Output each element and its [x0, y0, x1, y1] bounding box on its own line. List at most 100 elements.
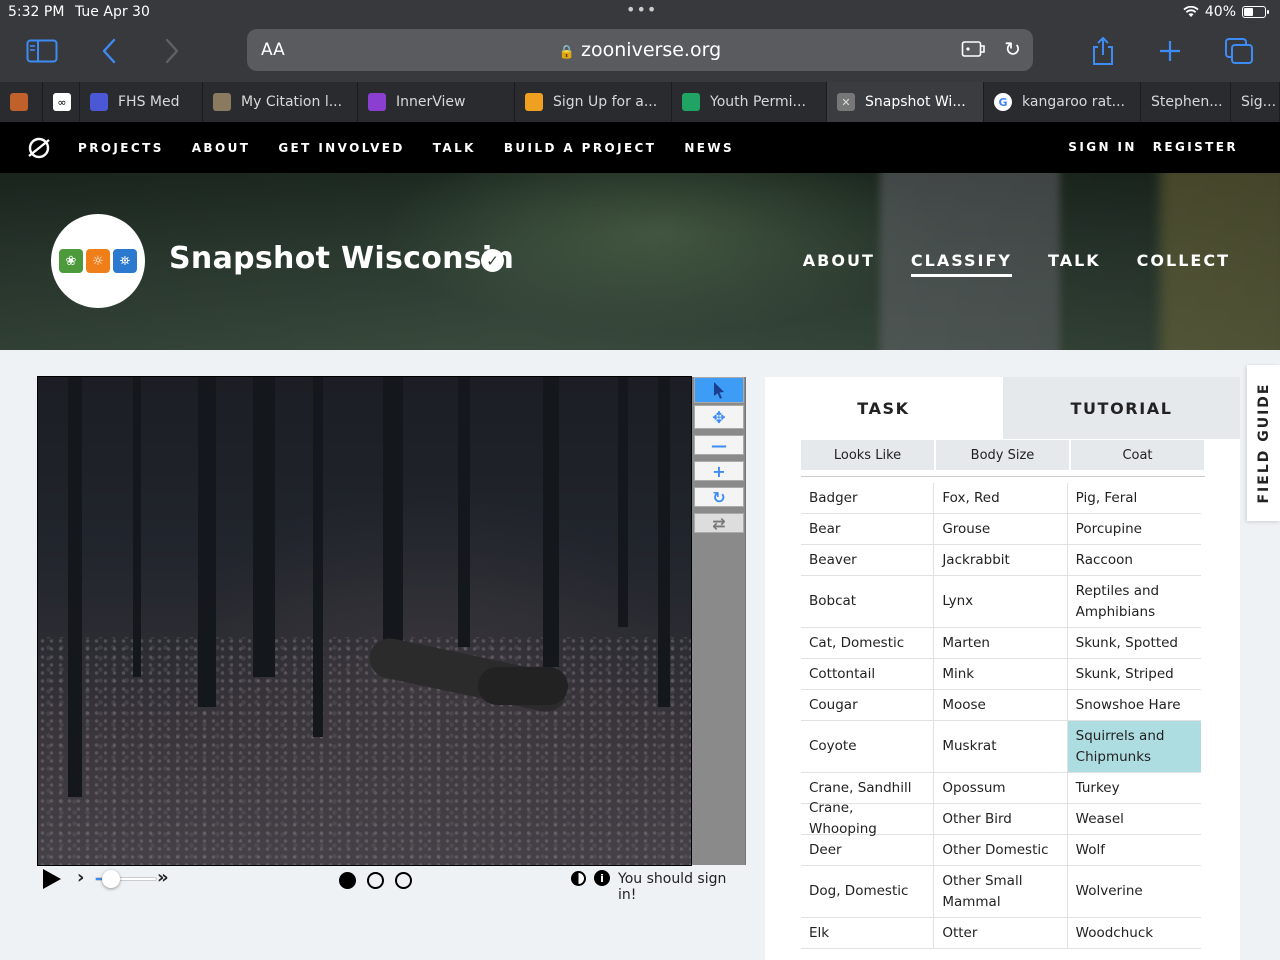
frame-dot[interactable] [367, 872, 384, 889]
tab-overview-icon[interactable] [1219, 34, 1259, 68]
frame-dot[interactable] [339, 872, 356, 889]
sign-in-link[interactable]: SIGN IN [1068, 140, 1137, 154]
choice-cat-domestic[interactable]: Cat, Domestic [801, 628, 935, 658]
choice-jackrabbit[interactable]: Jackrabbit [934, 545, 1068, 575]
site-nav-build-a-project[interactable]: BUILD A PROJECT [504, 141, 657, 155]
choice-bear[interactable]: Bear [801, 514, 935, 544]
browser-tab[interactable]: Sign Up for a... [515, 82, 672, 122]
choice-reptiles-and-amphibians[interactable]: Reptiles and Amphibians [1068, 576, 1201, 627]
multitasking-dots-icon[interactable]: ••• [626, 0, 657, 19]
browser-tab[interactable]: My Citation l... [203, 82, 358, 122]
choice-badger[interactable]: Badger [801, 483, 935, 513]
choice-pig-feral[interactable]: Pig, Feral [1068, 483, 1201, 513]
choice-skunk-striped[interactable]: Skunk, Striped [1068, 659, 1201, 689]
reload-icon[interactable]: ↻ [1004, 37, 1021, 61]
browser-tab[interactable]: Youth Permi... [672, 82, 827, 122]
browser-tab[interactable]: ∞ [43, 82, 80, 122]
choice-raccoon[interactable]: Raccoon [1068, 545, 1201, 575]
reset-view-icon[interactable]: ⇄ [694, 513, 744, 533]
play-icon[interactable] [43, 869, 61, 889]
choice-mink[interactable]: Mink [934, 659, 1068, 689]
choice-muskrat[interactable]: Muskrat [934, 721, 1068, 772]
choice-other-bird[interactable]: Other Bird [934, 804, 1068, 834]
wifi-icon [1183, 6, 1199, 17]
site-nav-get-involved[interactable]: GET INVOLVED [278, 141, 404, 155]
project-title[interactable]: Snapshot Wisconsin [169, 241, 514, 276]
choice-deer[interactable]: Deer [801, 835, 935, 865]
site-nav-news[interactable]: NEWS [684, 141, 734, 155]
browser-tab-label: InnerView [396, 94, 466, 110]
url-display[interactable]: 🔒 zooniverse.org [247, 39, 1033, 61]
move-icon[interactable]: ✥ [694, 405, 744, 429]
project-nav-classify[interactable]: CLASSIFY [910, 251, 1013, 277]
choice-coyote[interactable]: Coyote [801, 721, 935, 772]
metadata-info-icon[interactable]: i [594, 870, 610, 886]
rotate-icon[interactable]: ↻ [694, 487, 744, 507]
zoom-in-icon[interactable]: + [694, 461, 744, 481]
browser-tab[interactable]: FHS Med [80, 82, 203, 122]
back-chevron-icon[interactable] [89, 34, 129, 68]
choice-grouse[interactable]: Grouse [934, 514, 1068, 544]
choice-crane-whooping[interactable]: Crane, Whooping [801, 800, 935, 837]
subject-image[interactable] [37, 376, 692, 866]
choice-lynx[interactable]: Lynx [934, 576, 1068, 627]
browser-tab[interactable]: Sig... [1231, 82, 1280, 122]
choice-marten[interactable]: Marten [934, 628, 1068, 658]
project-nav-talk[interactable]: TALK [1048, 251, 1101, 277]
site-nav-about[interactable]: ABOUT [192, 141, 251, 155]
tab-task[interactable]: TASK [765, 377, 1002, 439]
filter-coat[interactable]: Coat [1071, 440, 1204, 470]
choice-wolf[interactable]: Wolf [1068, 835, 1201, 865]
extension-icon[interactable] [961, 39, 987, 63]
choice-otter[interactable]: Otter [934, 918, 1068, 948]
choice-porcupine[interactable]: Porcupine [1068, 514, 1201, 544]
filter-body-size[interactable]: Body Size [936, 440, 1069, 470]
choice-cougar[interactable]: Cougar [801, 690, 935, 720]
site-nav-projects[interactable]: PROJECTS [78, 141, 164, 155]
choice-woodchuck[interactable]: Woodchuck [1068, 918, 1201, 948]
annotate-pointer-icon[interactable] [694, 377, 744, 403]
zoom-out-icon[interactable]: — [694, 435, 744, 455]
browser-tab[interactable]: Stephen... [1141, 82, 1231, 122]
project-nav-collect[interactable]: COLLECT [1137, 251, 1230, 277]
choice-other-small-mammal[interactable]: Other Small Mammal [934, 866, 1068, 917]
filter-looks-like[interactable]: Looks Like [801, 440, 934, 470]
choice-elk[interactable]: Elk [801, 918, 935, 948]
choice-wolverine[interactable]: Wolverine [1068, 866, 1201, 917]
choice-cottontail[interactable]: Cottontail [801, 659, 935, 689]
new-tab-plus-icon[interactable] [1150, 34, 1190, 68]
address-bar[interactable]: AA 🔒 zooniverse.org ↻ [247, 29, 1033, 71]
sidebar-toggle-icon[interactable] [22, 34, 62, 68]
choice-bobcat[interactable]: Bobcat [801, 576, 935, 627]
invert-colors-icon[interactable] [571, 871, 586, 886]
browser-tab[interactable]: ✕ Snapshot Wi... [827, 82, 984, 122]
choice-other-domestic[interactable]: Other Domestic [934, 835, 1068, 865]
field-guide-tab[interactable]: FIELD GUIDE [1247, 365, 1280, 521]
choice-beaver[interactable]: Beaver [801, 545, 935, 575]
close-tab-icon[interactable]: ✕ [837, 93, 855, 111]
browser-tab[interactable] [0, 82, 43, 122]
project-nav-about[interactable]: ABOUT [803, 251, 875, 277]
choice-dog-domestic[interactable]: Dog, Domestic [801, 866, 935, 917]
choice-moose[interactable]: Moose [934, 690, 1068, 720]
choice-squirrels-and-chipmunks[interactable]: Squirrels and Chipmunks [1067, 721, 1201, 772]
choice-snowshoe-hare[interactable]: Snowshoe Hare [1068, 690, 1201, 720]
playback-speed-handle[interactable] [101, 870, 120, 888]
forward-chevron-icon[interactable] [152, 34, 192, 68]
browser-tab[interactable]: InnerView [358, 82, 515, 122]
frame-dot[interactable] [395, 872, 412, 889]
register-link[interactable]: REGISTER [1153, 140, 1238, 154]
site-nav-talk[interactable]: TALK [433, 141, 476, 155]
faster-icon[interactable]: » [157, 867, 169, 888]
choice-weasel[interactable]: Weasel [1068, 804, 1201, 834]
slower-icon[interactable]: › [77, 867, 84, 888]
choice-opossum[interactable]: Opossum [934, 773, 1068, 803]
browser-tab[interactable]: Gkangaroo rat... [984, 82, 1141, 122]
choice-turkey[interactable]: Turkey [1068, 773, 1201, 803]
choice-fox-red[interactable]: Fox, Red [934, 483, 1068, 513]
zooniverse-logo-icon[interactable] [26, 135, 52, 161]
project-avatar[interactable]: ❀ ☼ ⛯ [51, 214, 145, 308]
choice-skunk-spotted[interactable]: Skunk, Spotted [1068, 628, 1201, 658]
tab-tutorial[interactable]: TUTORIAL [1003, 377, 1240, 439]
share-icon[interactable] [1083, 34, 1123, 68]
